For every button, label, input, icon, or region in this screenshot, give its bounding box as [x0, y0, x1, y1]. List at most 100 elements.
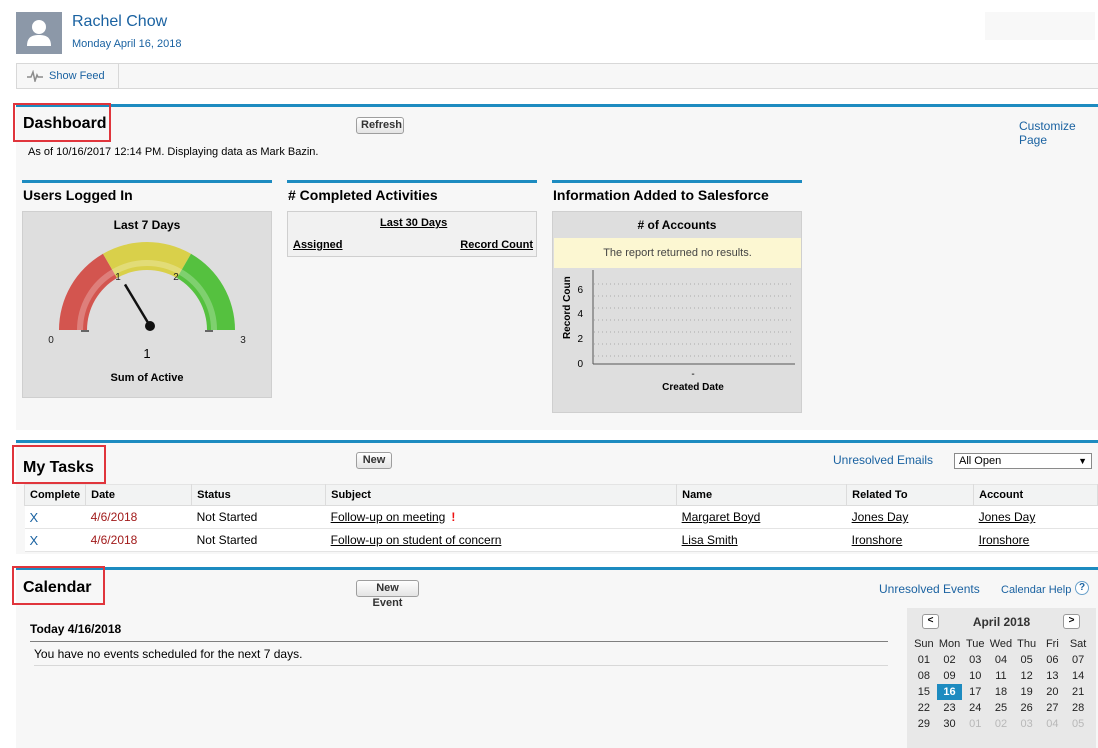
- task-account-link[interactable]: Ironshore: [979, 533, 1030, 547]
- accounts-chart-title: # of Accounts: [637, 218, 717, 232]
- current-date: Monday April 16, 2018: [72, 38, 182, 50]
- calendar-day[interactable]: 26: [1014, 700, 1040, 716]
- calendar-day-next-month[interactable]: 03: [1014, 716, 1040, 732]
- chevron-down-icon: ▼: [1078, 456, 1087, 466]
- calendar-day[interactable]: 21: [1065, 684, 1091, 700]
- task-related-link[interactable]: Ironshore: [852, 533, 903, 547]
- new-event-button[interactable]: New Event: [356, 580, 419, 609]
- calendar-day[interactable]: 13: [1040, 668, 1066, 684]
- column-header: Complete: [23, 484, 87, 506]
- activities-assigned-header[interactable]: Assigned: [293, 239, 343, 251]
- calendar-section: Calendar New Event Unresolved Events Cal…: [12, 566, 1098, 748]
- week-row: 01 02 03 04 05 06 07: [911, 652, 1091, 668]
- complete-task-link[interactable]: X: [30, 533, 39, 548]
- pulse-icon: [27, 70, 43, 82]
- unresolved-events-link[interactable]: Unresolved Events: [879, 582, 980, 596]
- table-row: X 4/6/2018 Not Started Follow-up on stud…: [24, 528, 1098, 552]
- unresolved-emails-link[interactable]: Unresolved Emails: [833, 453, 933, 467]
- highlight-box: [12, 445, 106, 484]
- customize-page-link[interactable]: Customize Page: [1019, 119, 1098, 147]
- complete-task-link[interactable]: X: [30, 510, 39, 525]
- activities-record-count-header[interactable]: Record Count: [460, 239, 533, 251]
- table-header-row: Complete Date Status Subject Name Relate…: [23, 484, 1098, 506]
- calendar-day[interactable]: 19: [1014, 684, 1040, 700]
- gauge-tick-label: 2: [173, 272, 179, 283]
- next-month-button[interactable]: >: [1063, 614, 1080, 629]
- calendar-day[interactable]: 27: [1040, 700, 1066, 716]
- calendar-day[interactable]: 12: [1014, 668, 1040, 684]
- task-name-link[interactable]: Lisa Smith: [682, 533, 738, 547]
- users-logged-in-gauge[interactable]: Last 7 Days 0 1 2 3 1 Sum of Active: [22, 211, 272, 398]
- calendar-day[interactable]: 07: [1065, 652, 1091, 668]
- column-header[interactable]: Name: [676, 484, 848, 506]
- my-tasks-section: My Tasks New Unresolved Emails All Open …: [12, 440, 1098, 554]
- header-search-area: [985, 12, 1095, 40]
- completed-activities-table[interactable]: Last 30 Days Assigned Record Count: [287, 211, 537, 257]
- calendar-day[interactable]: 11: [988, 668, 1014, 684]
- calendar-day[interactable]: 06: [1040, 652, 1066, 668]
- help-icon[interactable]: ?: [1075, 581, 1089, 595]
- calendar-day[interactable]: 20: [1040, 684, 1066, 700]
- calendar-day[interactable]: 29: [911, 716, 937, 732]
- calendar-day-next-month[interactable]: 04: [1040, 716, 1066, 732]
- calendar-day-next-month[interactable]: 05: [1065, 716, 1091, 732]
- mini-calendar: April 2018 < > Sun Mon Tue Wed Thu Fri S…: [907, 608, 1096, 748]
- calendar-day[interactable]: 02: [937, 652, 963, 668]
- activities-period-header[interactable]: Last 30 Days: [380, 217, 447, 229]
- y-tick-label: 0: [577, 359, 583, 370]
- calendar-day[interactable]: 03: [962, 652, 988, 668]
- calendar-day[interactable]: 14: [1065, 668, 1091, 684]
- calendar-day[interactable]: 22: [911, 700, 937, 716]
- calendar-day[interactable]: 01: [911, 652, 937, 668]
- highlight-box: [12, 566, 105, 605]
- task-status: Not Started: [191, 505, 326, 529]
- weekday-label: Wed: [989, 638, 1013, 650]
- calendar-day[interactable]: 15: [911, 684, 937, 700]
- calendar-day-next-month[interactable]: 02: [988, 716, 1014, 732]
- gauge-footer: Sum of Active: [110, 372, 184, 384]
- calendar-help-link[interactable]: Calendar Help: [1001, 584, 1071, 596]
- calendar-day[interactable]: 04: [988, 652, 1014, 668]
- gauge-title: Last 7 Days: [113, 218, 181, 232]
- calendar-day[interactable]: 28: [1065, 700, 1091, 716]
- calendar-day-next-month[interactable]: 01: [962, 716, 988, 732]
- calendar-day[interactable]: 08: [911, 668, 937, 684]
- week-row: 29 30 01 02 03 04 05: [911, 716, 1091, 732]
- x-tick-label: -: [691, 369, 694, 380]
- calendar-day[interactable]: 18: [988, 684, 1014, 700]
- calendar-day[interactable]: 17: [962, 684, 988, 700]
- calendar-day[interactable]: 25: [988, 700, 1014, 716]
- calendar-day[interactable]: 24: [962, 700, 988, 716]
- task-related-link[interactable]: Jones Day: [852, 510, 909, 524]
- user-name[interactable]: Rachel Chow: [72, 13, 167, 31]
- no-results-message: The report returned no results.: [554, 238, 801, 268]
- column-header[interactable]: Status: [191, 484, 327, 506]
- task-account-link[interactable]: Jones Day: [979, 510, 1036, 524]
- column-header[interactable]: Date: [85, 484, 193, 506]
- show-feed-button[interactable]: Show Feed: [17, 64, 119, 88]
- task-subject-link[interactable]: Follow-up on student of concern: [331, 533, 502, 547]
- gauge-band: [59, 253, 117, 330]
- calendar-day[interactable]: 10: [962, 668, 988, 684]
- dashboard-section: Dashboard Refresh Customize Page As of 1…: [13, 103, 1098, 430]
- column-header[interactable]: Related To: [846, 484, 975, 506]
- prev-month-button[interactable]: <: [922, 614, 939, 629]
- gauge-needle: [123, 283, 152, 327]
- accounts-chart[interactable]: # of Accounts 6 4 2 0 - Created Date Rec…: [552, 211, 802, 413]
- task-name-link[interactable]: Margaret Boyd: [682, 510, 761, 524]
- new-task-button[interactable]: New: [356, 452, 392, 469]
- column-header[interactable]: Account: [973, 484, 1098, 506]
- gauge-needle-hub: [145, 321, 155, 331]
- task-date: 4/6/2018: [85, 505, 192, 529]
- task-filter-select[interactable]: All Open ▼: [954, 453, 1092, 469]
- column-header[interactable]: Subject: [325, 484, 678, 506]
- task-filter-value: All Open: [959, 455, 1002, 467]
- calendar-day[interactable]: 05: [1014, 652, 1040, 668]
- calendar-day[interactable]: 30: [937, 716, 963, 732]
- task-subject-link[interactable]: Follow-up on meeting: [331, 510, 446, 524]
- calendar-day[interactable]: 09: [937, 668, 963, 684]
- avatar[interactable]: [16, 12, 62, 54]
- calendar-day-today[interactable]: 16: [936, 684, 963, 700]
- calendar-day[interactable]: 23: [937, 700, 963, 716]
- refresh-button[interactable]: Refresh: [356, 117, 404, 134]
